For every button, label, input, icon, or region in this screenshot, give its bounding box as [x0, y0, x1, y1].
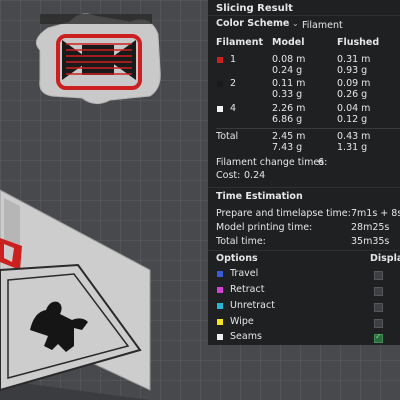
time-label: Total time:	[216, 236, 266, 247]
option-label: Seams	[230, 331, 262, 342]
model-length: 0.08 m	[272, 54, 306, 65]
options-title: Options	[216, 253, 258, 264]
total-flushed-length: 0.43 m	[337, 131, 371, 142]
slicing-result-panel: Slicing Result Color Scheme ⌄ Filament F…	[208, 0, 400, 345]
time-estimation-title: Time Estimation	[216, 191, 303, 202]
cost-value: 0.24	[244, 170, 266, 181]
option-label: Unretract	[230, 300, 275, 311]
time-value: 7m1s + 8s	[351, 208, 400, 219]
flushed-weight: 0.12 g	[337, 114, 368, 125]
model-length: 2.26 m	[272, 103, 306, 114]
flushed-length: 0.04 m	[337, 103, 371, 114]
model-column-header: Model	[272, 37, 305, 48]
model-weight: 6.86 g	[272, 114, 303, 125]
total-model-weight: 7.43 g	[272, 142, 303, 153]
time-value: 35m35s	[351, 236, 390, 247]
display-title: Display	[370, 253, 400, 264]
unretract-color-swatch	[217, 303, 223, 309]
flushed-column-header: Flushed	[337, 37, 380, 48]
top-model[interactable]	[35, 13, 161, 104]
filament-color-swatch	[217, 81, 223, 87]
filament-id: 2	[230, 78, 237, 89]
wipe-color-swatch	[217, 319, 223, 325]
filament-color-swatch	[217, 57, 223, 63]
option-label: Travel	[230, 268, 259, 279]
filament-column-header: Filament	[216, 37, 264, 48]
option-label: Retract	[230, 284, 265, 295]
retract-display-checkbox[interactable]	[374, 287, 383, 296]
model-length: 0.11 m	[272, 78, 306, 89]
filament-change-times-value: 6	[318, 157, 325, 168]
retract-color-swatch	[217, 287, 223, 293]
seams-color-swatch	[217, 334, 223, 340]
time-value: 28m25s	[351, 222, 390, 233]
time-label: Prepare and timelapse time:	[216, 208, 351, 219]
flushed-length: 0.31 m	[337, 54, 371, 65]
time-label: Model printing time:	[216, 222, 313, 233]
option-label: Wipe	[230, 316, 254, 327]
filament-change-times-label: Filament change times:	[216, 157, 328, 168]
panel-title: Slicing Result	[216, 3, 293, 14]
model-weight: 0.33 g	[272, 89, 303, 100]
filament-id: 4	[230, 103, 237, 114]
flushed-weight: 0.26 g	[337, 89, 368, 100]
total-label: Total	[216, 131, 239, 142]
cost-label: Cost:	[216, 170, 241, 181]
seams-display-checkbox[interactable]: ✓	[374, 332, 383, 343]
filament-id: 1	[230, 54, 237, 65]
total-flushed-weight: 1.31 g	[337, 142, 368, 153]
flushed-length: 0.09 m	[337, 78, 371, 89]
color-scheme-label: Color Scheme	[216, 18, 290, 29]
model-weight: 0.24 g	[272, 65, 303, 76]
travel-color-swatch	[217, 271, 223, 277]
unretract-display-checkbox[interactable]	[374, 303, 383, 312]
checkmark-icon: ✓	[375, 332, 382, 341]
color-scheme-select[interactable]: Filament	[302, 20, 343, 31]
travel-display-checkbox[interactable]	[374, 271, 383, 280]
total-model-length: 2.45 m	[272, 131, 306, 142]
chevron-down-icon[interactable]: ⌄	[292, 19, 299, 28]
wipe-display-checkbox[interactable]	[374, 319, 383, 328]
bottom-model[interactable]	[0, 189, 151, 392]
filament-color-swatch	[217, 106, 223, 112]
flushed-weight: 0.93 g	[337, 65, 368, 76]
